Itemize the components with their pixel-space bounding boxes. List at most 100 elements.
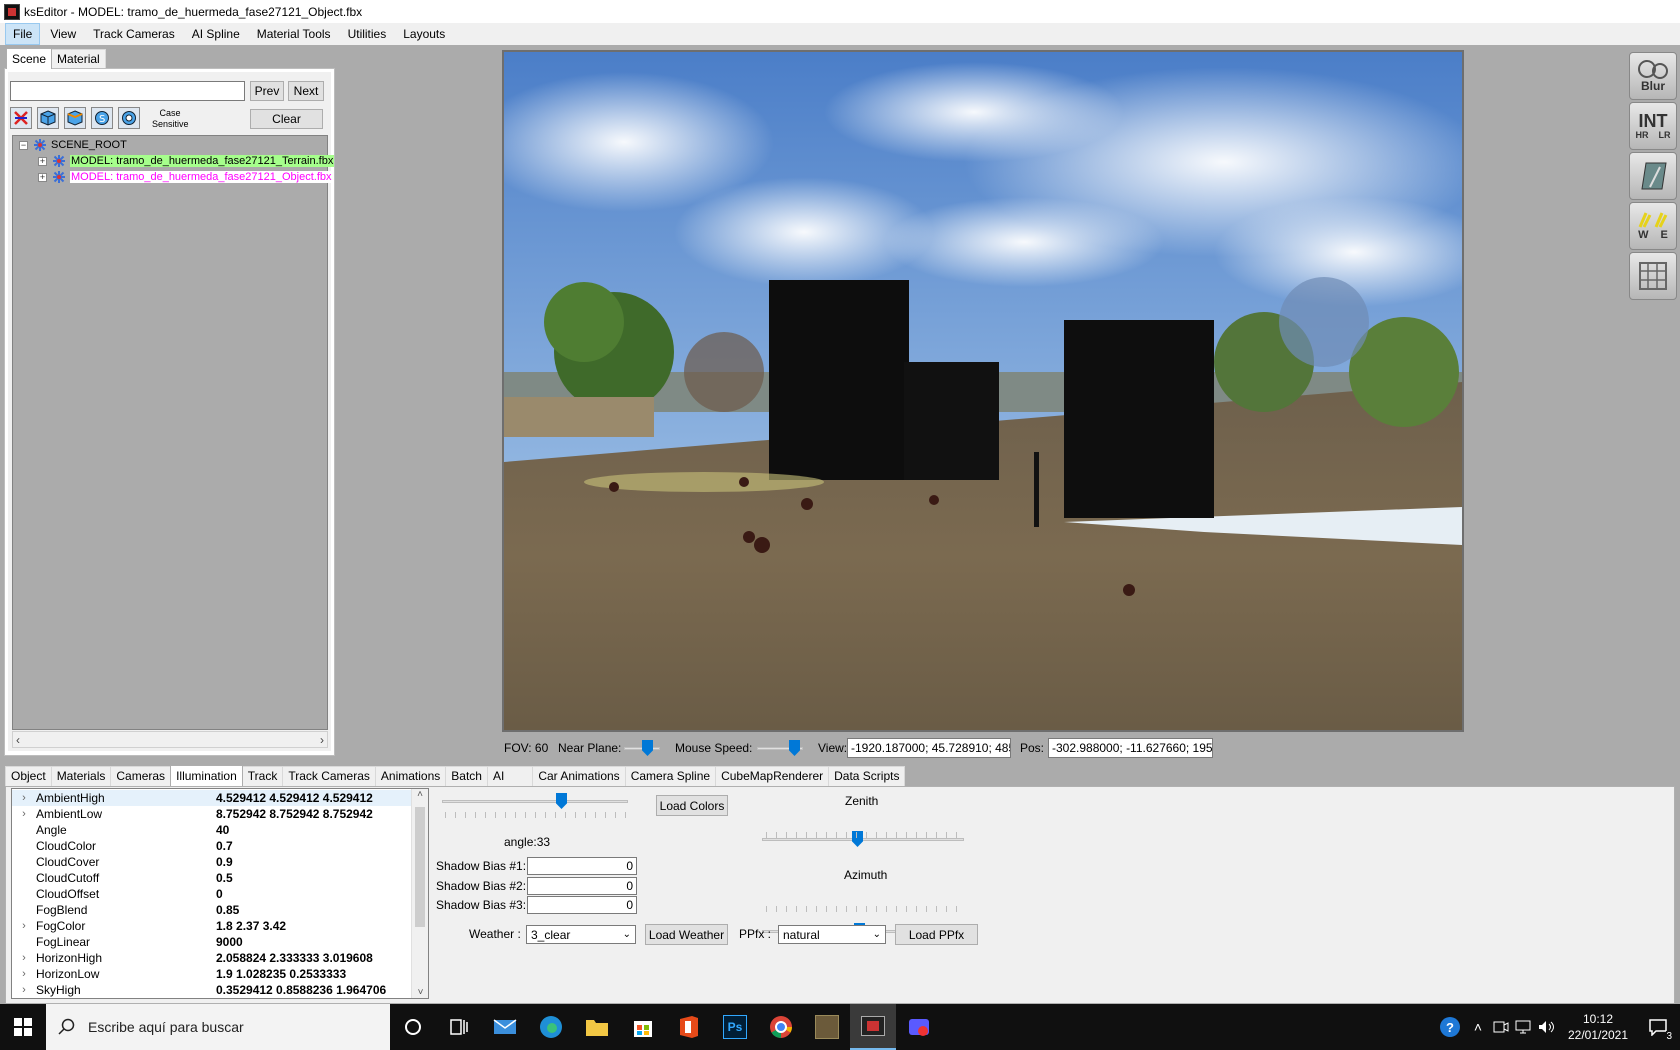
expand-icon[interactable]: › [12,920,36,932]
shadow-bias-3-field[interactable]: 0 [527,896,637,914]
int-hr-lr-button[interactable]: INT HR LR [1629,102,1677,150]
taskbar-search-box[interactable]: Escribe aquí para buscar [46,1004,390,1050]
clear-filter-icon[interactable] [10,107,32,129]
tab-materials[interactable]: Materials [50,766,112,786]
near-plane-slider[interactable] [624,739,660,757]
property-row[interactable]: › AmbientLow 8.752942 8.752942 8.752942 [12,806,412,822]
ppfx-select[interactable]: natural ⌄ [778,925,886,944]
property-row[interactable]: › SkyHigh 0.3529412 0.8588236 1.964706 [12,982,412,998]
next-button[interactable]: Next [288,81,324,101]
illumination-property-grid[interactable]: › AmbientHigh 4.529412 4.529412 4.529412 ›… [11,788,429,999]
help-icon[interactable]: ? [1434,1004,1466,1050]
property-row[interactable]: CloudOffset 0 [12,886,412,902]
clear-button[interactable]: Clear [250,109,323,129]
expand-icon[interactable]: › [12,792,36,804]
network-icon[interactable] [1512,1004,1534,1050]
scroll-thumb[interactable] [415,807,425,927]
cortana-icon[interactable] [390,1004,436,1050]
property-row[interactable]: › FogColor 1.8 2.37 3.42 [12,918,412,934]
chevron-up-icon[interactable]: ˄ [1466,1004,1490,1050]
case-sensitive-label[interactable]: Case Sensitive [152,108,189,130]
slider-thumb[interactable] [789,740,800,756]
tab-batch[interactable]: Batch [445,766,488,786]
tab-track-cameras[interactable]: Track Cameras [282,766,376,786]
collapse-icon[interactable]: − [19,140,28,150]
expand-icon[interactable]: › [12,968,36,980]
slider-thumb[interactable] [556,793,567,809]
tab-object[interactable]: Object [5,766,52,786]
load-weather-button[interactable]: Load Weather [645,924,728,945]
shadow-bias-2-field[interactable]: 0 [527,877,637,895]
store-icon[interactable] [620,1004,666,1050]
property-row[interactable]: › AmbientHigh 4.529412 4.529412 4.529412 [12,790,412,806]
mouse-speed-slider[interactable] [757,739,803,757]
tree-node-terrain[interactable]: + MODEL: tramo_de_huermeda_fase27121_Ter… [38,154,335,168]
menu-ai-spline[interactable]: AI Spline [185,24,247,44]
screen-recorder-icon[interactable] [896,1004,942,1050]
tab-car-animations[interactable]: Car Animations [532,766,626,786]
shadow-bias-1-field[interactable]: 0 [527,857,637,875]
task-view-icon[interactable] [436,1004,482,1050]
tab-material[interactable]: Material [51,49,106,69]
headlights-we-button[interactable]: W E [1629,202,1677,250]
sun-angle-slider[interactable] [442,792,628,810]
volume-icon[interactable] [1534,1004,1560,1050]
property-row[interactable]: › HorizonLow 1.9 1.028235 0.2533333 [12,966,412,982]
tab-data-scripts[interactable]: Data Scripts [828,766,906,786]
menu-layouts[interactable]: Layouts [396,24,452,44]
property-row[interactable]: CloudColor 0.7 [12,838,412,854]
cube-filter-icon[interactable] [37,107,59,129]
tab-animations[interactable]: Animations [374,766,447,786]
scroll-left-icon[interactable]: ‹ [16,733,20,747]
tab-cameras[interactable]: Cameras [110,766,172,786]
menu-utilities[interactable]: Utilities [341,24,394,44]
mail-icon[interactable] [482,1004,528,1050]
grid-button[interactable] [1629,252,1677,300]
property-row[interactable]: CloudCutoff 0.5 [12,870,412,886]
file-explorer-icon[interactable] [574,1004,620,1050]
material-filter-icon[interactable] [118,107,140,129]
expand-icon[interactable]: › [12,808,36,820]
scroll-down-icon[interactable]: ˅ [412,987,429,998]
notification-center-icon[interactable]: 3 [1636,1004,1680,1050]
scroll-up-icon[interactable]: ˄ [412,789,428,800]
tab-ai[interactable]: AI [486,766,534,786]
scene-tree[interactable]: − SCENE_ROOT + MODEL: tramo_de_huermeda_… [12,135,335,730]
windows-start-icon[interactable] [0,1004,46,1050]
blur-button[interactable]: Blur [1629,52,1677,100]
tree-horizontal-scrollbar[interactable]: ‹ › [12,731,328,748]
scroll-right-icon[interactable]: › [320,733,324,747]
menu-file[interactable]: File [5,23,41,45]
prev-button[interactable]: Prev [250,81,284,101]
wipers-button[interactable] [1629,152,1677,200]
kseditor-taskbar-icon[interactable] [850,1004,896,1050]
edge-icon[interactable] [528,1004,574,1050]
property-row[interactable]: CloudCover 0.9 [12,854,412,870]
tab-track[interactable]: Track [241,766,284,786]
property-grid-scrollbar[interactable]: ˄ ˅ [411,789,428,998]
tab-camera-spline[interactable]: Camera Spline [624,766,717,786]
office-icon[interactable] [666,1004,712,1050]
property-row[interactable]: › HorizonHigh 2.058824 2.333333 3.019608 [12,950,412,966]
property-row[interactable]: Angle 40 [12,822,412,838]
load-colors-button[interactable]: Load Colors [656,795,728,816]
menu-track-cameras[interactable]: Track Cameras [86,24,182,44]
expand-icon[interactable]: + [38,156,47,166]
chrome-icon[interactable] [758,1004,804,1050]
property-row[interactable]: FogLinear 9000 [12,934,412,950]
view-field[interactable]: -1920.187000; 45.728910; 485.88 [847,738,1011,758]
pos-field[interactable]: -302.988000; -11.627660; 1957.8 [1048,738,1213,758]
game-app-icon[interactable] [804,1004,850,1050]
tab-cubemaprenderer[interactable]: CubeMapRenderer [715,766,830,786]
load-ppfx-button[interactable]: Load PPfx [895,924,978,945]
cube-orange-filter-icon[interactable] [64,107,86,129]
tree-node-root[interactable]: − SCENE_ROOT [19,138,127,152]
tab-illumination[interactable]: Illumination [170,765,243,786]
3d-viewport[interactable] [502,50,1464,732]
tree-node-object[interactable]: + MODEL: tramo_de_huermeda_fase27121_Obj… [38,170,333,184]
expand-icon[interactable]: › [12,952,36,964]
menu-material-tools[interactable]: Material Tools [250,24,338,44]
tab-scene[interactable]: Scene [6,48,53,69]
slider-thumb[interactable] [642,740,653,756]
shader-filter-icon[interactable]: S [91,107,113,129]
